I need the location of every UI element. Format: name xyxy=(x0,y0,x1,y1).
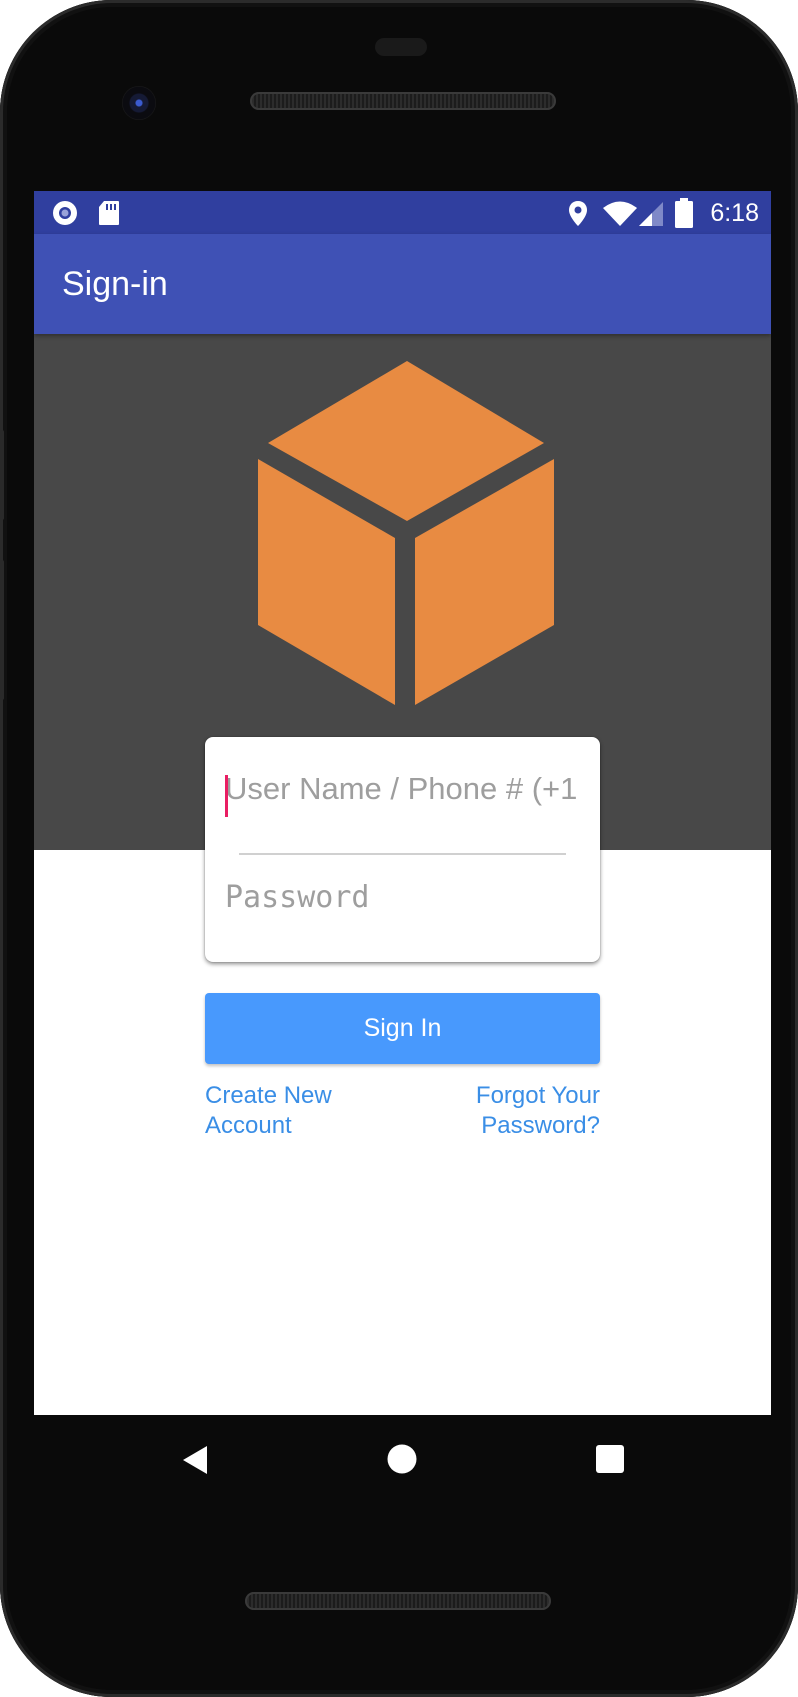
recents-icon[interactable] xyxy=(596,1445,624,1473)
bottom-speaker-grille xyxy=(245,1592,551,1610)
location-icon xyxy=(569,201,587,226)
username-input[interactable] xyxy=(225,759,580,819)
status-bar: 6:18 xyxy=(34,191,771,234)
status-time: 6:18 xyxy=(710,199,759,227)
top-speaker-grille xyxy=(250,92,556,110)
record-icon xyxy=(53,201,77,225)
signal-icon xyxy=(639,202,663,226)
back-icon[interactable] xyxy=(182,1445,208,1475)
wifi-icon xyxy=(603,201,637,226)
app-bar: Sign-in xyxy=(34,234,771,334)
screen: 6:18 Sign-in Sign In Create N xyxy=(34,191,771,1415)
password-field-wrapper xyxy=(225,867,580,927)
login-card xyxy=(205,737,600,962)
volume-key xyxy=(0,430,4,520)
earpiece xyxy=(375,38,427,56)
password-input[interactable] xyxy=(225,867,580,927)
sign-in-button[interactable]: Sign In xyxy=(205,993,600,1064)
forgot-password-link[interactable]: Forgot Your Password? xyxy=(410,1081,600,1141)
page-title: Sign-in xyxy=(62,265,168,303)
cube-icon xyxy=(258,361,554,705)
battery-icon xyxy=(675,198,693,228)
create-account-link[interactable]: Create New Account xyxy=(205,1081,395,1141)
username-field-wrapper xyxy=(225,759,580,819)
home-icon[interactable] xyxy=(387,1444,417,1474)
text-cursor xyxy=(225,775,228,817)
phone-frame: 6:18 Sign-in Sign In Create N xyxy=(0,0,798,1697)
sd-card-icon xyxy=(99,201,119,225)
front-camera xyxy=(122,86,156,120)
field-divider xyxy=(239,853,566,855)
power-key xyxy=(0,560,4,700)
